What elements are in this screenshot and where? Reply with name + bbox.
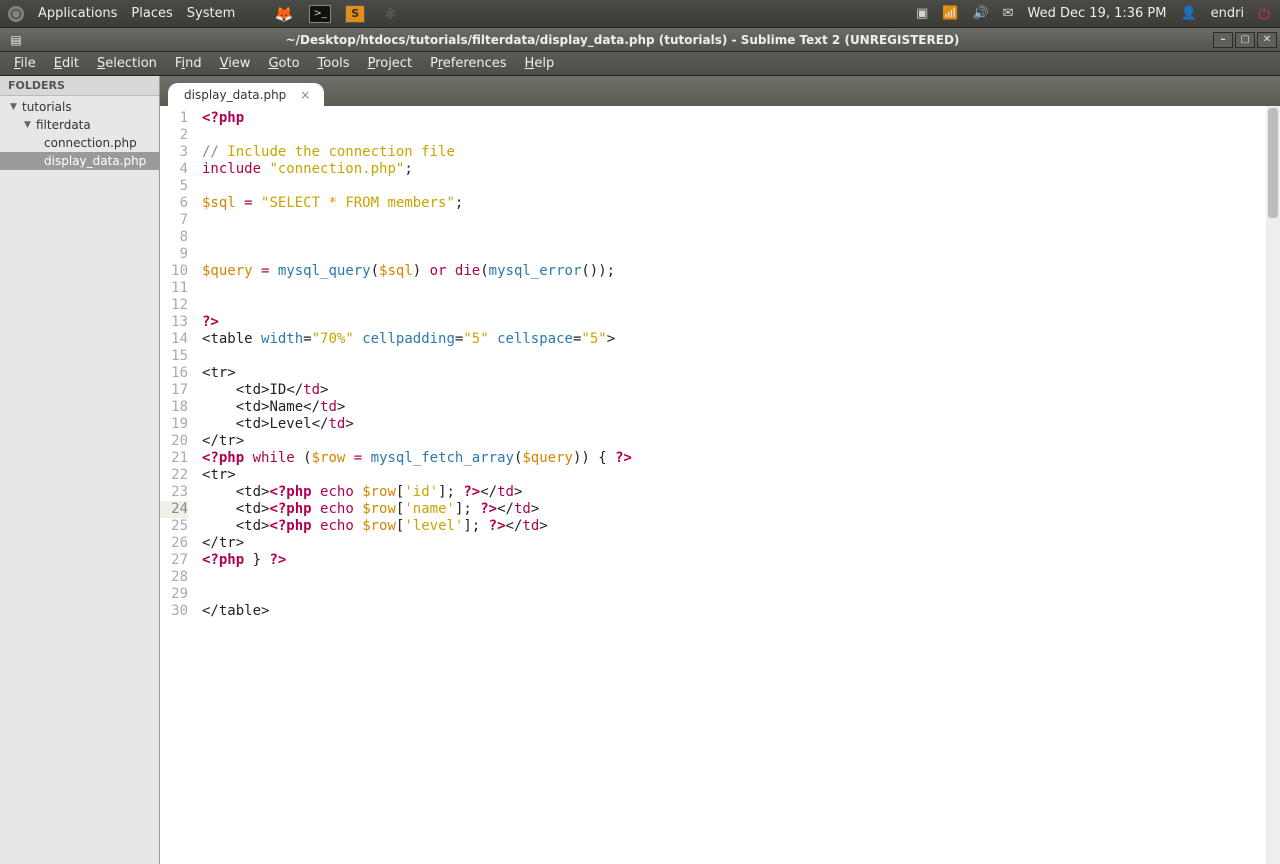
menu-tools[interactable]: Tools — [310, 54, 358, 73]
tree-label: filterdata — [36, 118, 91, 132]
editor-column: display_data.php × 123456789101112131415… — [160, 76, 1280, 864]
window-maximize-button[interactable]: ▢ — [1235, 32, 1255, 48]
workspace: FOLDERS ▼ tutorials ▼ filterdata connect… — [0, 76, 1280, 864]
window-minimize-button[interactable]: – — [1213, 32, 1233, 48]
panel-menu-places[interactable]: Places — [131, 6, 172, 21]
firefox-icon[interactable]: 🦊 — [273, 3, 295, 25]
panel-datetime[interactable]: Wed Dec 19, 1:36 PM — [1028, 6, 1167, 21]
tree-label: display_data.php — [44, 154, 146, 168]
menu-help[interactable]: Help — [517, 54, 563, 73]
sidebar: FOLDERS ▼ tutorials ▼ filterdata connect… — [0, 76, 160, 864]
panel-menu-system[interactable]: System — [187, 6, 235, 21]
window-close-button[interactable]: ✕ — [1257, 32, 1277, 48]
user-icon[interactable]: 👤 — [1180, 6, 1196, 21]
ubuntu-logo-icon[interactable] — [8, 6, 24, 22]
tab-display-data[interactable]: display_data.php × — [168, 83, 324, 107]
menu-preferences[interactable]: Preferences — [422, 54, 514, 73]
window-titlebar: ▤ ~/Desktop/htdocs/tutorials/filterdata/… — [0, 28, 1280, 52]
menu-goto[interactable]: Goto — [260, 54, 307, 73]
tray-indicator-icon[interactable]: ▣ — [916, 6, 928, 21]
window-title: ~/Desktop/htdocs/tutorials/filterdata/di… — [32, 33, 1213, 47]
wifi-icon[interactable]: 📶 — [942, 6, 958, 21]
tree-label: connection.php — [44, 136, 137, 150]
panel-username[interactable]: endri — [1211, 6, 1244, 21]
menu-edit[interactable]: Edit — [46, 54, 87, 73]
code-content[interactable]: <?php // Include the connection fileincl… — [196, 106, 1280, 864]
app-menubar: File Edit Selection Find View Goto Tools… — [0, 52, 1280, 76]
tree-folder-root[interactable]: ▼ tutorials — [0, 98, 159, 116]
menu-find[interactable]: Find — [167, 54, 210, 73]
tab-close-icon[interactable]: × — [300, 88, 310, 102]
menu-selection[interactable]: Selection — [89, 54, 165, 73]
gnome-panel: Applications Places System 🦊 >_ S ✱ ▣ 📶 … — [0, 0, 1280, 28]
app-misc-icon[interactable]: ✱ — [379, 3, 401, 25]
disclosure-icon: ▼ — [10, 102, 18, 112]
tree-file-display-data[interactable]: display_data.php — [0, 152, 159, 170]
mail-icon[interactable]: ✉ — [1003, 6, 1014, 21]
terminal-icon[interactable]: >_ — [309, 5, 331, 23]
menu-view[interactable]: View — [212, 54, 259, 73]
sublime-icon[interactable]: S — [345, 5, 365, 23]
tab-label: display_data.php — [184, 88, 286, 102]
editor-scrollbar[interactable] — [1266, 106, 1280, 864]
tree-file-connection[interactable]: connection.php — [0, 134, 159, 152]
line-number-gutter: 1234567891011121314151617181920212223242… — [160, 106, 196, 864]
power-icon[interactable]: ⏻ — [1258, 5, 1270, 23]
tab-bar: display_data.php × — [160, 76, 1280, 106]
scrollbar-thumb[interactable] — [1268, 108, 1278, 218]
tree-folder-filterdata[interactable]: ▼ filterdata — [0, 116, 159, 134]
sidebar-header: FOLDERS — [0, 76, 159, 96]
folder-tree: ▼ tutorials ▼ filterdata connection.php … — [0, 96, 159, 172]
window-app-icon: ▤ — [6, 33, 26, 47]
disclosure-icon: ▼ — [24, 120, 32, 130]
volume-icon[interactable]: 🔊 — [972, 6, 988, 21]
code-editor[interactable]: 1234567891011121314151617181920212223242… — [160, 106, 1280, 864]
menu-file[interactable]: File — [6, 54, 44, 73]
panel-menu-applications[interactable]: Applications — [38, 6, 117, 21]
tree-label: tutorials — [22, 100, 72, 114]
menu-project[interactable]: Project — [360, 54, 421, 73]
